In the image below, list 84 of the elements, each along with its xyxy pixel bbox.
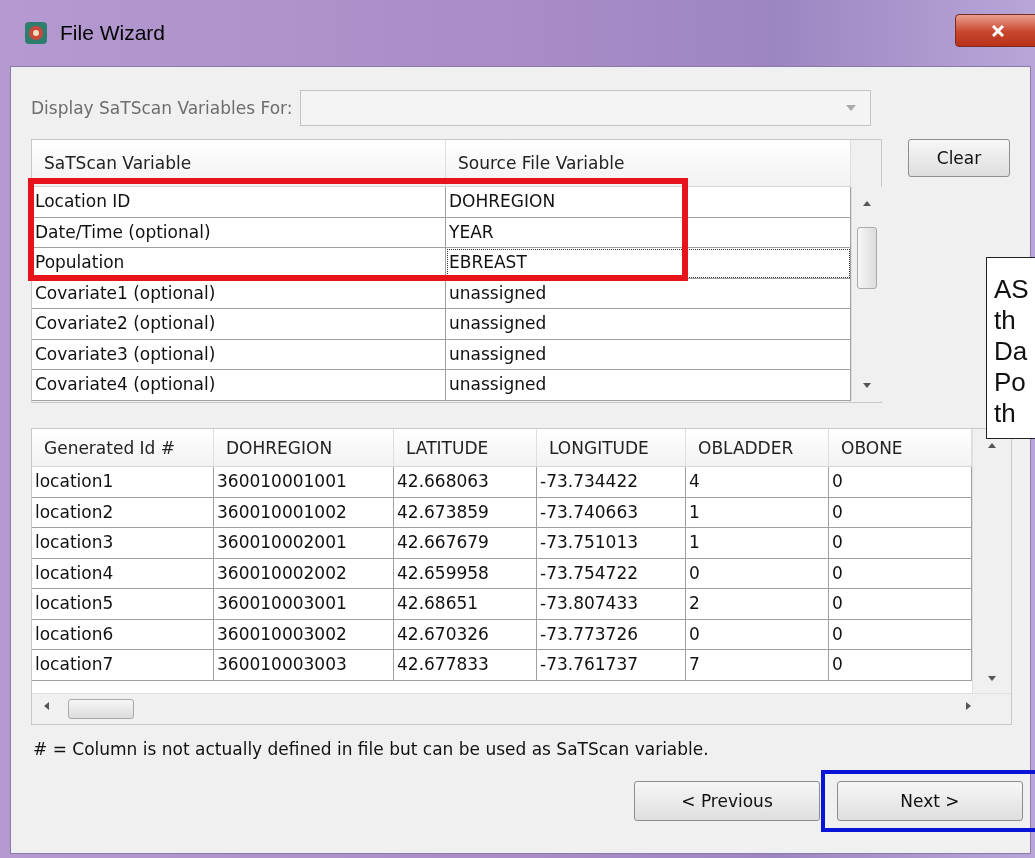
scroll-up-icon[interactable] (863, 201, 871, 206)
close-icon (992, 24, 1004, 37)
scrollbar-thumb[interactable] (68, 699, 134, 719)
table-cell: Covariate2 (optional) (32, 309, 446, 340)
table-cell: location7 (32, 650, 214, 681)
column-header[interactable]: Source File Variable (446, 140, 851, 187)
table-cell: 4 (686, 467, 829, 498)
table-cell: 0 (686, 558, 829, 589)
table-cell: 0 (829, 589, 972, 620)
field-label: Display SaTScan Variables For: (31, 98, 293, 118)
table-cell: Covariate3 (optional) (32, 339, 446, 370)
table-cell: 42.667679 (394, 528, 537, 559)
table-cell: -73.807433 (537, 589, 686, 620)
table-cell: 0 (686, 619, 829, 650)
table-cell: location2 (32, 497, 214, 528)
scrollbar-thumb[interactable] (857, 227, 877, 289)
table-cell: -73.773726 (537, 619, 686, 650)
table-cell[interactable]: unassigned (446, 339, 851, 370)
footnote: # = Column is not actually defined in file but can be used as SaTScan variable. (33, 739, 710, 759)
table-cell: -73.754722 (537, 558, 686, 589)
wizard-button[interactable]: < Previous (634, 781, 820, 821)
table-cell[interactable]: YEAR (446, 217, 851, 248)
table-cell: 42.68651 (394, 589, 537, 620)
table-cell: location4 (32, 558, 214, 589)
table-cell: -73.761737 (537, 650, 686, 681)
table-cell: location1 (32, 467, 214, 498)
table-cell: 42.659958 (394, 558, 537, 589)
table-cell: 0 (829, 467, 972, 498)
table-cell: 42.677833 (394, 650, 537, 681)
column-header[interactable]: OBLADDER (686, 429, 829, 467)
clear-button[interactable]: Clear (908, 139, 1010, 177)
table-cell: 360010001002 (214, 497, 394, 528)
table-cell: 0 (829, 650, 972, 681)
callout-text: Po (994, 367, 1027, 398)
scroll-down-icon[interactable] (863, 383, 871, 388)
table-cell: 360010003001 (214, 589, 394, 620)
table-cell: 1 (686, 497, 829, 528)
table-cell: location5 (32, 589, 214, 620)
table-cell: 0 (829, 619, 972, 650)
table-cell: 0 (829, 497, 972, 528)
table-cell: 7 (686, 650, 829, 681)
wizard-button[interactable]: Next > (837, 781, 1023, 821)
callout-text: AS (994, 274, 1030, 305)
caret-icon (846, 105, 857, 111)
table-cell: 0 (829, 528, 972, 559)
table-cell: 2 (686, 589, 829, 620)
scroll-up-icon[interactable] (988, 443, 996, 448)
column-header[interactable]: DOHREGION (214, 429, 394, 467)
callout-text: th (994, 398, 1017, 429)
table-cell[interactable]: unassigned (446, 370, 851, 401)
table-cell[interactable]: DOHREGION (446, 187, 851, 218)
scroll-right-icon[interactable] (966, 702, 971, 710)
table-cell: 42.668063 (394, 467, 537, 498)
column-header[interactable]: Generated Id # (32, 429, 214, 467)
table-cell: 360010003003 (214, 650, 394, 681)
scroll-down-icon[interactable] (988, 676, 996, 681)
table-cell: 360010003002 (214, 619, 394, 650)
table-cell[interactable]: unassigned (446, 309, 851, 340)
table-cell: -73.740663 (537, 497, 686, 528)
callout-text: Da (994, 336, 1029, 367)
table-cell: Date/Time (optional) (32, 217, 446, 248)
close-button[interactable] (955, 14, 1035, 47)
window-title: File Wizard (60, 21, 165, 45)
table-cell: 360010002001 (214, 528, 394, 559)
table-cell[interactable]: EBREAST (446, 248, 851, 279)
table-cell: 1 (686, 528, 829, 559)
table-cell: 360010001001 (214, 467, 394, 498)
table-cell: 42.670326 (394, 619, 537, 650)
column-header[interactable]: OBONE (829, 429, 972, 467)
callout-text: th (994, 305, 1017, 336)
column-header[interactable]: LATITUDE (394, 429, 537, 467)
column-header[interactable]: LONGITUDE (537, 429, 686, 467)
table-cell[interactable]: unassigned (446, 278, 851, 309)
table-cell: 0 (829, 558, 972, 589)
table-cell: 360010002002 (214, 558, 394, 589)
scroll-left-icon[interactable] (44, 702, 49, 710)
table-cell: location3 (32, 528, 214, 559)
table-cell: Location ID (32, 187, 446, 218)
table-cell: location6 (32, 619, 214, 650)
table-cell: -73.734422 (537, 467, 686, 498)
app-icon (24, 21, 48, 45)
table-cell: -73.751013 (537, 528, 686, 559)
table-cell: 42.673859 (394, 497, 537, 528)
table-cell: Covariate4 (optional) (32, 370, 446, 401)
